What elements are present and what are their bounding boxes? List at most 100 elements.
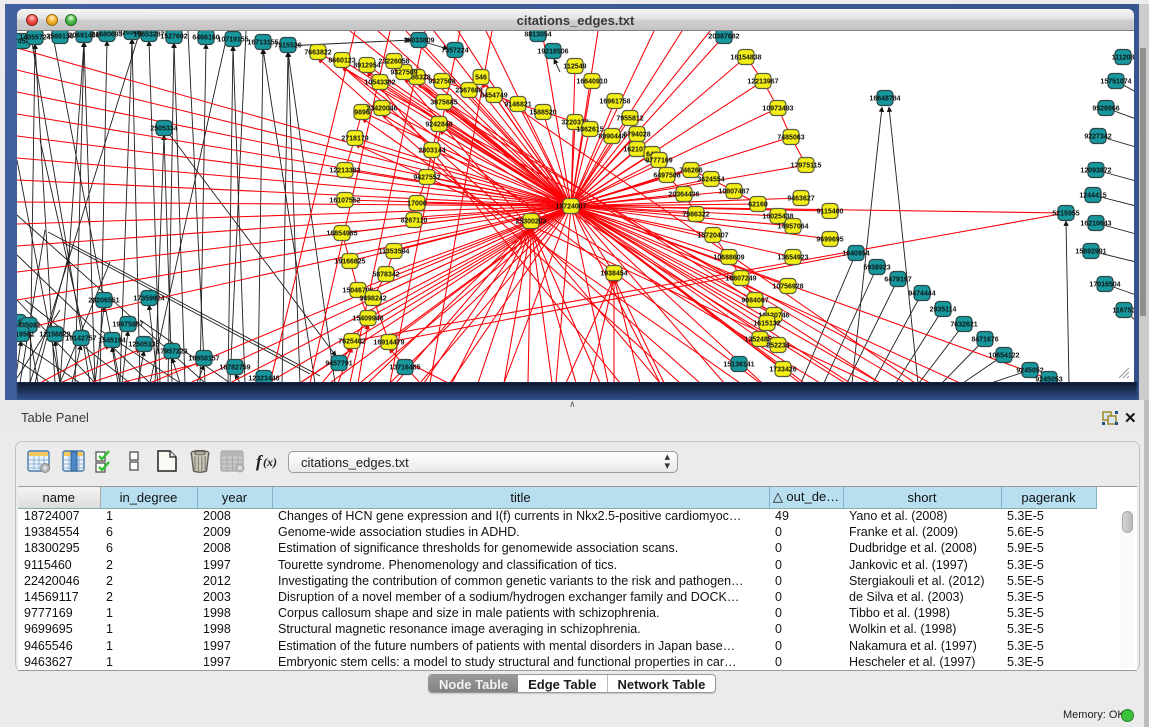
svg-text:3624554: 3624554 [697,177,724,184]
svg-text:9115460: 9115460 [817,209,844,216]
svg-text:8813054: 8813054 [524,32,551,39]
svg-text:25300203: 25300203 [515,219,546,226]
svg-text:18724007: 18724007 [555,204,586,211]
svg-text:1938454: 1938454 [600,271,627,278]
svg-text:23226058: 23226058 [378,59,409,66]
svg-text:7485063: 7485063 [777,135,804,142]
svg-text:17975115: 17975115 [791,163,822,170]
svg-text:12213967: 12213967 [747,79,778,86]
svg-text:7357224: 7357224 [441,48,468,55]
svg-text:9327508: 9327508 [428,79,455,86]
svg-text:3919561: 3919561 [17,332,35,339]
svg-text:8990448: 8990448 [598,134,625,141]
svg-text:2803144: 2803144 [418,148,445,155]
svg-text:1545194: 1545194 [98,338,125,345]
svg-text:16914479: 16914479 [373,340,404,347]
svg-text:10719155: 10719155 [217,37,248,44]
svg-text:10688609: 10688609 [713,255,744,262]
svg-text:15720407: 15720407 [697,233,728,240]
svg-text:10973493: 10973493 [762,106,793,113]
svg-text:16640910: 16640910 [576,79,607,86]
svg-text:1733426: 1733426 [769,367,796,374]
svg-text:6497508: 6497508 [653,173,680,180]
svg-text:17006: 17006 [407,201,427,208]
svg-text:8471676: 8471676 [971,337,998,344]
svg-text:1640954: 1640954 [842,251,869,258]
svg-text:13654923: 13654923 [777,255,808,262]
svg-text:7663822: 7663822 [304,50,331,57]
svg-text:16961758: 16961758 [599,99,630,106]
svg-text:1615132: 1615132 [753,321,780,328]
svg-text:16033809: 16033809 [403,38,434,45]
svg-text:12093872: 12093872 [1080,168,1111,175]
svg-text:8912954: 8912954 [353,63,380,70]
svg-text:(x): (x) [263,455,277,469]
svg-text:10958157: 10958157 [188,356,219,363]
svg-text:111208: 111208 [1112,55,1134,62]
svg-text:9529966: 9529966 [1092,106,1119,113]
svg-text:10756928: 10756928 [772,284,803,291]
svg-text:20364436: 20364436 [668,192,699,199]
svg-text:9427552: 9427552 [413,175,440,182]
svg-text:112549: 112549 [564,64,587,71]
svg-text:15409948: 15409948 [352,316,383,323]
svg-text:17359924: 17359924 [133,296,164,303]
svg-text:7986322: 7986322 [682,212,709,219]
svg-text:11353594: 11353594 [379,249,410,256]
svg-text:5938923: 5938923 [863,265,890,272]
svg-text:19142757: 19142757 [65,336,96,343]
svg-text:3498242: 3498242 [359,296,386,303]
svg-text:15751074: 15751074 [1100,79,1131,86]
svg-text:6479197: 6479197 [884,277,911,284]
svg-text:746266: 746266 [679,168,702,175]
svg-text:3875685: 3875685 [430,100,457,107]
svg-text:17016504: 17016504 [1089,282,1120,289]
svg-text:9084067: 9084067 [741,298,768,305]
svg-text:19218506: 19218506 [537,49,568,56]
svg-text:9245053: 9245053 [1035,377,1062,382]
svg-text:10654122: 10654122 [988,353,1019,360]
svg-text:1588520: 1588520 [529,110,556,117]
svg-text:16210643: 16210643 [1080,221,1111,228]
svg-text:1362615: 1362615 [576,127,603,134]
svg-text:546: 546 [475,75,487,82]
svg-text:20387682: 20387682 [708,34,739,41]
svg-text:62160: 62160 [748,202,768,209]
svg-text:17957223: 17957223 [156,349,187,356]
svg-text:7632621: 7632621 [950,322,977,329]
svg-text:16648784: 16648784 [869,96,900,103]
svg-text:7515526: 7515526 [274,43,301,50]
svg-text:18807249: 18807249 [725,276,756,283]
svg-text:8267110: 8267110 [401,218,428,225]
svg-text:1244415: 1244415 [1079,193,1106,200]
svg-text:12505135: 12505135 [128,342,159,349]
svg-text:9474444: 9474444 [908,291,935,298]
svg-text:5878342: 5878342 [372,272,399,279]
svg-text:19975887: 19975887 [112,322,143,329]
svg-text:9699695: 9699695 [816,237,843,244]
svg-text:9245052: 9245052 [1016,368,1043,375]
svg-text:20206551: 20206551 [88,298,119,305]
svg-text:7625402: 7625402 [338,339,365,346]
svg-text:9327509: 9327509 [390,70,417,77]
svg-text:5215955: 5215955 [1052,211,1079,218]
svg-text:2505334: 2505334 [150,126,177,133]
svg-text:14957064: 14957064 [777,224,808,231]
svg-text:12323446: 12323446 [248,376,279,382]
svg-text:7955812: 7955812 [616,116,643,123]
svg-text:16107552: 16107552 [329,198,360,205]
svg-text:2935114: 2935114 [930,307,957,314]
svg-text:15692991: 15692991 [1075,249,1106,256]
svg-text:6794028: 6794028 [623,132,650,139]
svg-text:6466160: 6466160 [192,35,219,42]
svg-text:8454749: 8454749 [480,93,507,100]
svg-text:19166825: 19166825 [334,259,365,266]
svg-text:9463627: 9463627 [787,196,814,203]
svg-text:23420046: 23420046 [366,106,397,113]
svg-text:8660123: 8660123 [328,58,355,65]
svg-text:12213383: 12213383 [329,168,360,175]
svg-text:13716485: 13716485 [389,365,420,372]
svg-text:16782759: 16782759 [219,365,250,372]
svg-text:16154838: 16154838 [730,55,761,62]
svg-text:116753: 116753 [1113,308,1134,315]
